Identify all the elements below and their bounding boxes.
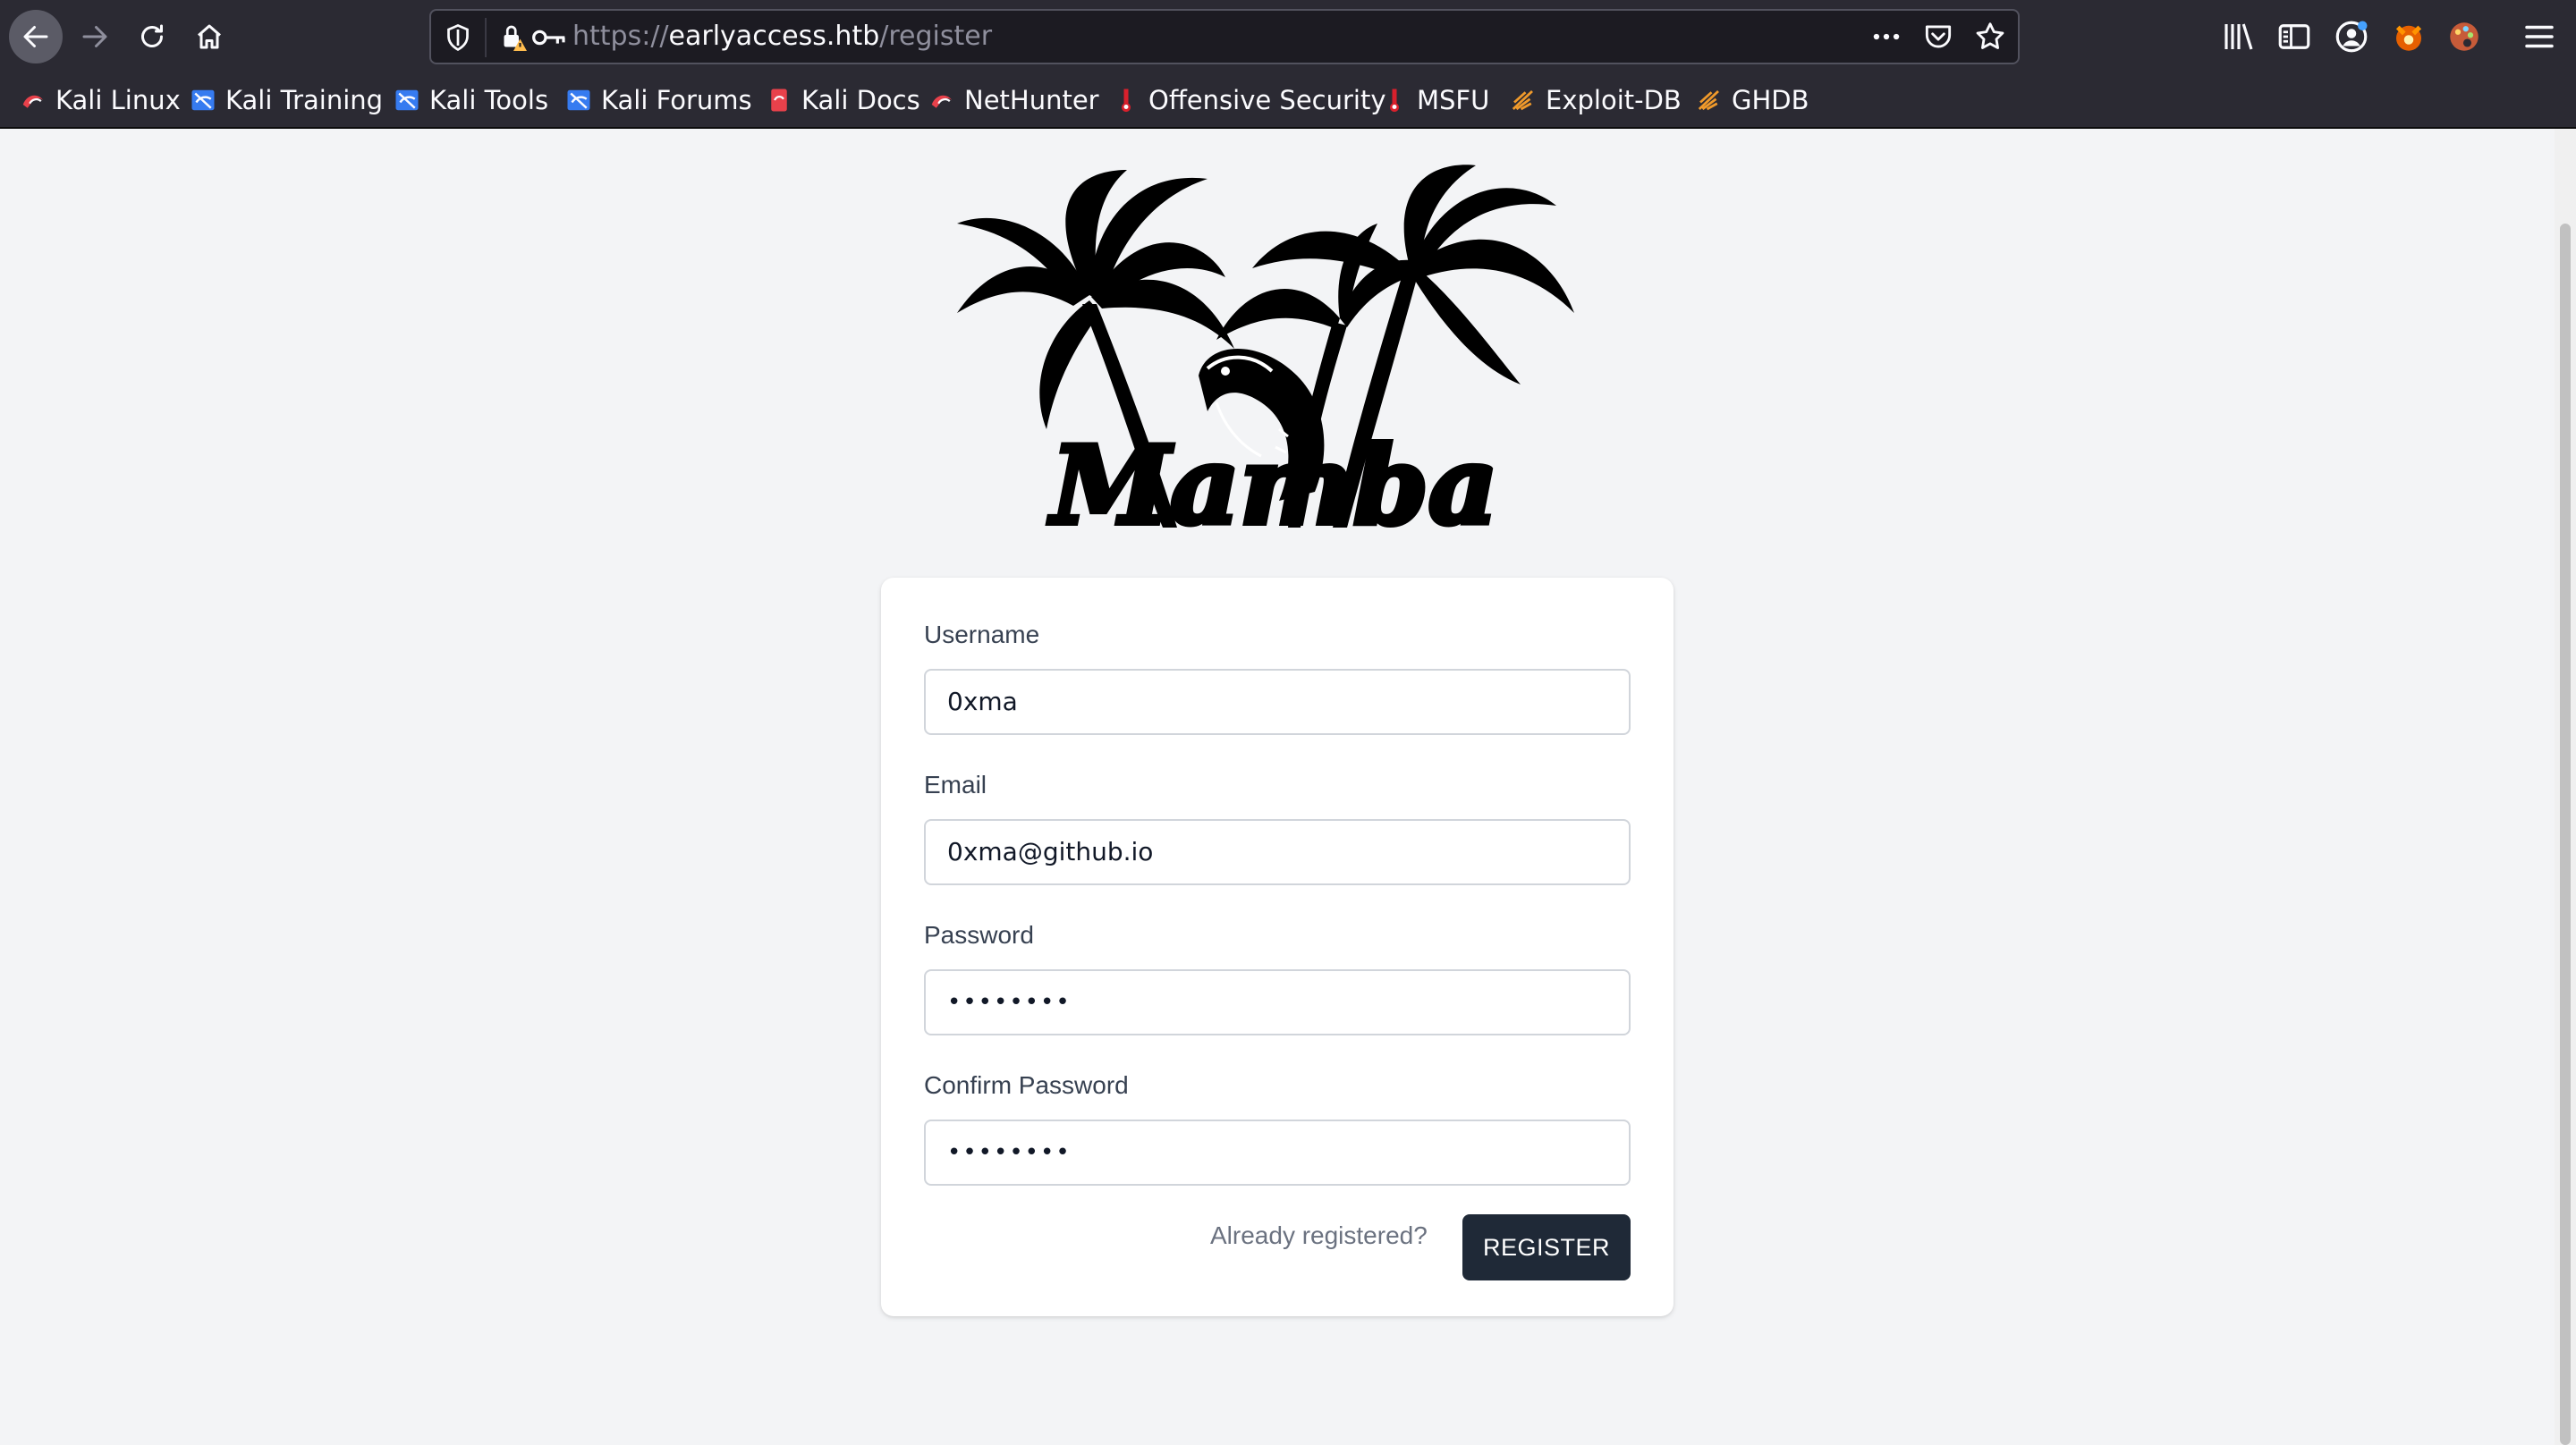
key-icon[interactable] [531, 25, 567, 50]
arrow-left-icon [23, 26, 48, 47]
reload-icon [141, 24, 163, 47]
mamba-logo: Mamba [957, 165, 1574, 537]
reload-button[interactable] [125, 10, 179, 63]
bookmark-kali-tools[interactable]: Kali Tools [394, 82, 548, 118]
username-label: Username [924, 621, 1040, 648]
arrow-right-icon [82, 26, 107, 47]
email-input[interactable]: 0xma@github.io [924, 819, 1631, 885]
lock-warning-icon[interactable] [497, 21, 530, 54]
password-input[interactable]: •••••••• [924, 969, 1631, 1035]
already-registered-link[interactable]: Already registered? [1210, 1221, 1428, 1250]
browser-toolbar: https://earlyaccess.htb/register [0, 0, 2576, 73]
url-host: earlyaccess.htb [668, 21, 880, 52]
extension-fox-icon[interactable] [2390, 18, 2428, 55]
bookmark-label: NetHunter [964, 85, 1099, 115]
confirm-password-input[interactable]: •••••••• [924, 1120, 1631, 1186]
logo-text: Mamba [1047, 423, 1497, 537]
confirm-password-label: Confirm Password [924, 1071, 1129, 1099]
kali-forums-icon [567, 89, 590, 111]
bookmark-star-icon[interactable] [1973, 20, 2007, 54]
forward-button[interactable] [68, 10, 122, 63]
menu-icon[interactable] [2521, 18, 2558, 55]
kali-docs-icon [771, 89, 787, 112]
offsec-icon [1122, 89, 1131, 113]
bookmark-nethunter[interactable]: NetHunter [928, 82, 1099, 118]
register-button[interactable]: REGISTER [1462, 1214, 1631, 1280]
url-text[interactable]: https://earlyaccess.htb/register [572, 11, 992, 63]
page-scrollbar[interactable] [2555, 129, 2576, 1445]
url-scheme: https:// [572, 21, 669, 52]
kali-training-icon [191, 89, 215, 111]
bookmark-kali-training[interactable]: Kali Training [190, 82, 383, 118]
pocket-icon[interactable] [1921, 20, 1955, 54]
scrollbar-thumb[interactable] [2560, 224, 2571, 1445]
back-button[interactable] [9, 10, 63, 63]
nethunter-icon [931, 95, 953, 108]
extension-palette-icon[interactable] [2445, 18, 2483, 55]
bookmark-label: Kali Forums [601, 85, 752, 115]
bookmark-ghdb[interactable]: GHDB [1696, 82, 1809, 118]
url-separator [485, 18, 487, 57]
bookmark-label: GHDB [1732, 85, 1809, 115]
home-icon [198, 24, 221, 49]
bookmark-label: Kali Tools [429, 85, 549, 115]
sidebar-icon[interactable] [2275, 18, 2313, 55]
bookmark-kali-linux[interactable]: Kali Linux [20, 82, 181, 118]
kali-dragon-icon [22, 95, 44, 108]
bookmark-msfu[interactable]: MSFU [1381, 82, 1489, 118]
bookmark-kali-docs[interactable]: Kali Docs [766, 82, 920, 118]
bookmark-kali-forums[interactable]: Kali Forums [565, 82, 752, 118]
email-label: Email [924, 771, 987, 799]
home-button[interactable] [182, 10, 236, 63]
bookmark-offensive-security[interactable]: Offensive Security [1113, 82, 1386, 118]
exploitdb-icon [1512, 89, 1533, 111]
bookmark-label: Kali Training [225, 85, 384, 115]
kali-tools-icon [395, 89, 419, 111]
more-actions-icon[interactable] [1869, 20, 1903, 54]
library-icon[interactable] [2220, 18, 2258, 55]
bookmark-label: Offensive Security [1148, 85, 1386, 115]
ghdb-icon [1698, 89, 1719, 111]
username-input[interactable]: 0xma [924, 669, 1631, 735]
bookmark-label: Kali Docs [801, 85, 920, 115]
url-path: /register [879, 21, 993, 52]
bookmarks-toolbar: Kali Linux Kali Training Kali Tools Kali… [0, 73, 2576, 129]
url-actions [1869, 20, 2007, 54]
bookmark-label: Exploit-DB [1546, 85, 1682, 115]
tracking-shield-icon[interactable] [442, 21, 474, 54]
bookmark-exploit-db[interactable]: Exploit-DB [1510, 82, 1682, 118]
url-bar[interactable]: https://earlyaccess.htb/register [429, 9, 2020, 64]
bookmark-label: Kali Linux [55, 85, 181, 115]
account-icon[interactable] [2333, 18, 2370, 55]
password-label: Password [924, 921, 1034, 949]
msfu-icon [1390, 89, 1399, 113]
bookmark-label: MSFU [1417, 85, 1490, 115]
register-form: Username 0xma Email 0xma@github.io Passw… [881, 578, 1674, 1316]
